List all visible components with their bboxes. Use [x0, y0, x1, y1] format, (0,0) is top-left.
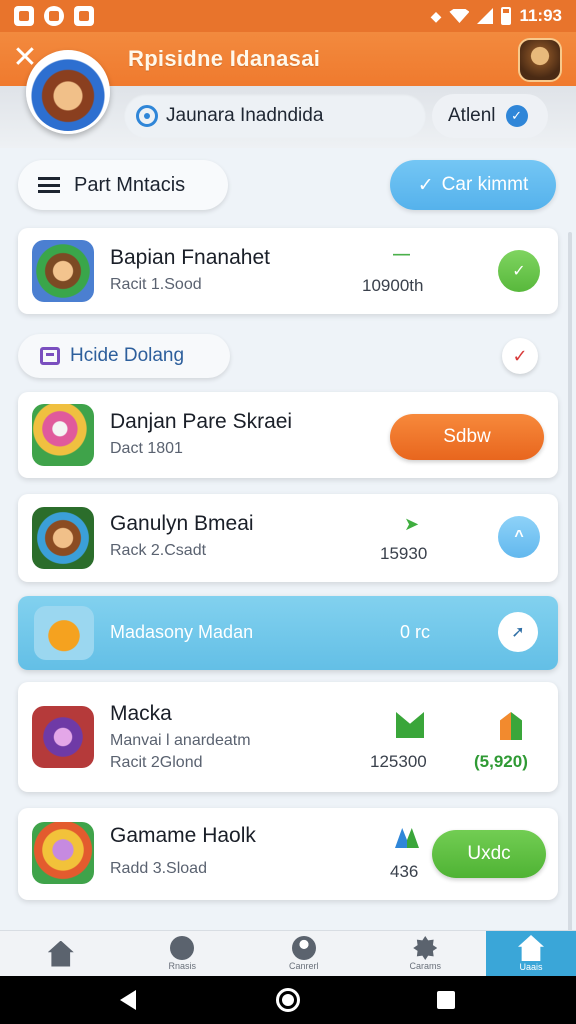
- check-button[interactable]: ✓: [498, 250, 540, 292]
- search-text: Jaunara Inadndida: [166, 105, 324, 126]
- nav-settings[interactable]: Carams: [365, 931, 487, 976]
- item-title: Ganulyn Bmeai: [110, 512, 254, 535]
- search-icon: [136, 105, 158, 127]
- check-icon: ✓: [417, 174, 434, 196]
- item-title: Madasony Madan: [110, 622, 254, 642]
- section-label: Hcide Dolang: [70, 345, 185, 366]
- nav-label: Rnasis: [168, 961, 196, 971]
- nav-history[interactable]: Rnasis: [122, 931, 244, 976]
- confirm-button[interactable]: ✓ Car kimmt: [390, 160, 556, 210]
- home-circle-icon[interactable]: [276, 988, 300, 1012]
- list-item[interactable]: Ganulyn Bmeai Rack 2.Csadt ➤ 15930 ^: [18, 494, 558, 582]
- collapse-button[interactable]: ^: [498, 516, 540, 558]
- update-button[interactable]: Uxdc: [432, 830, 546, 878]
- home-icon: [518, 935, 544, 961]
- battery-icon: [501, 7, 512, 25]
- location-icon: ◆: [430, 7, 442, 24]
- item-subtitle: Dact 1801: [110, 440, 183, 457]
- item-value: 0 rc: [400, 622, 431, 642]
- back-icon[interactable]: [120, 990, 136, 1010]
- hamburger-icon: [38, 177, 60, 193]
- game-thumbnail: [32, 822, 94, 884]
- game-thumbnail: [32, 706, 94, 768]
- item-value: 436: [390, 862, 419, 881]
- confirm-label: Car kimmt: [441, 174, 529, 195]
- item-value: 10900th: [362, 276, 424, 295]
- item-subtitle-2: Racit 2Glond: [110, 754, 203, 771]
- home-icon: [47, 940, 74, 967]
- section-filter[interactable]: Hcide Dolang: [18, 334, 230, 378]
- verified-icon: ✓: [505, 105, 528, 127]
- game-thumbnail: [32, 404, 94, 466]
- menu-label: Part Mntacis: [74, 173, 186, 196]
- scrollbar[interactable]: [568, 232, 572, 932]
- list-item[interactable]: Macka Manvai l anardeatm Racit 2Glond 12…: [18, 682, 558, 792]
- nav-label: Carams: [409, 961, 441, 971]
- item-title: Bapian Fnanahet: [110, 246, 270, 269]
- show-button[interactable]: Sdbw: [390, 414, 544, 460]
- system-navigation: [0, 976, 576, 1024]
- item-subtitle: Rack 2.Csadt: [110, 542, 207, 559]
- list-item[interactable]: Gamame Haolk Radd 3.Sload 436 Uxdc: [18, 808, 558, 900]
- person-icon: [291, 936, 316, 960]
- item-value: 15930: [380, 544, 428, 563]
- list-item[interactable]: Bapian Fnanahet Racit 1.Sood — 10900th ✓: [18, 228, 558, 314]
- search-field[interactable]: Jaunara Inadndida: [124, 94, 426, 138]
- photo-notification-icon: [14, 6, 34, 26]
- game-thumbnail: [32, 507, 94, 569]
- item-value: 125300: [370, 752, 427, 771]
- nav-label: Uaais: [519, 962, 543, 972]
- item-subtitle: Manvai l anardeatm: [110, 732, 251, 749]
- app-title: Rpisidne Idanasai: [128, 46, 321, 71]
- item-title: Macka: [110, 702, 172, 725]
- nav-store[interactable]: Uaais: [486, 931, 576, 976]
- alert-label: Atlenl: [448, 105, 496, 126]
- item-title: Gamame Haolk: [110, 824, 256, 847]
- calendar-icon: [40, 347, 60, 365]
- bottom-navigation: Rnasis Canrerl Carams Uaais: [0, 930, 576, 976]
- clock-time: 11:93: [519, 6, 562, 25]
- trend-icon: [500, 712, 522, 740]
- camera-notification-icon: [44, 6, 64, 26]
- menu-button[interactable]: Part Mntacis: [18, 160, 228, 210]
- chart-up-icon: [396, 712, 424, 738]
- item-title: Danjan Pare Skraei: [110, 410, 293, 433]
- nav-label: Canrerl: [288, 961, 319, 971]
- item-change: (5,920): [474, 752, 528, 771]
- game-thumbnail: [34, 606, 94, 660]
- list-item[interactable]: Danjan Pare Skraei Dact 1801 Sdbw: [18, 392, 558, 478]
- chart-icon: [395, 828, 419, 848]
- status-bar: ◆ 11:93: [0, 0, 576, 32]
- highlighted-list-item[interactable]: Madasony Madan 0 rc ➚: [18, 596, 558, 670]
- navigate-button[interactable]: ➚: [498, 612, 538, 652]
- clock-icon: [170, 936, 195, 960]
- wifi-icon: [449, 9, 470, 23]
- nav-profile[interactable]: Canrerl: [243, 931, 365, 976]
- app-notification-icon: [74, 6, 94, 26]
- signal-icon: [477, 8, 494, 24]
- alert-button[interactable]: Atlenl ✓: [432, 94, 548, 138]
- profile-avatar[interactable]: [26, 50, 110, 134]
- checkmark-icon[interactable]: ✓: [502, 338, 538, 374]
- gear-icon: [413, 936, 438, 960]
- item-subtitle: Racit 1.Sood: [110, 276, 202, 293]
- nav-home[interactable]: [0, 931, 122, 976]
- recents-icon[interactable]: [437, 991, 455, 1009]
- game-thumbnail: [32, 240, 94, 302]
- trend-mark: —: [393, 244, 410, 263]
- send-icon: ➤: [404, 514, 420, 534]
- user-avatar[interactable]: [518, 38, 562, 82]
- item-subtitle: Radd 3.Sload: [110, 860, 207, 877]
